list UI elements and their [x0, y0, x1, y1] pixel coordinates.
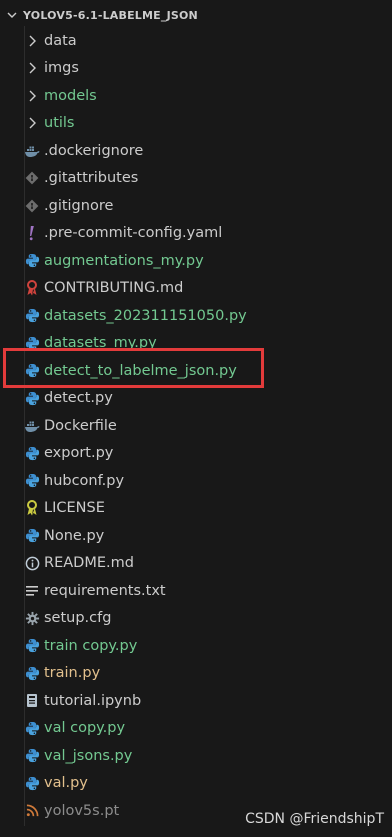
file-item-gitattributes[interactable]: .gitattributes: [0, 165, 392, 193]
file-label: val_jsons.py: [44, 747, 133, 764]
file-label: README.md: [44, 555, 134, 572]
file-label: .gitignore: [44, 197, 114, 214]
file-item-val-py[interactable]: val.py: [0, 770, 392, 798]
file-item-license[interactable]: LICENSE: [0, 495, 392, 523]
exclamation-icon: [24, 225, 40, 241]
info-icon: [24, 555, 40, 571]
file-label: .gitattributes: [44, 170, 139, 187]
rss-icon: [24, 803, 40, 819]
chevron-right-icon: [24, 33, 40, 49]
file-item-tutorial-ipynb[interactable]: tutorial.ipynb: [0, 687, 392, 715]
file-label: tutorial.ipynb: [44, 692, 142, 709]
file-label: .dockerignore: [44, 142, 144, 159]
file-tree: data imgs models utils .dockerignore .gitattr…: [0, 26, 392, 825]
file-label: CONTRIBUTING.md: [44, 280, 184, 297]
file-label: export.py: [44, 445, 114, 462]
file-item-readme-md[interactable]: README.md: [0, 550, 392, 578]
python-icon: [24, 638, 40, 654]
file-label: hubconf.py: [44, 472, 125, 489]
file-label: Dockerfile: [44, 417, 117, 434]
python-icon: [24, 528, 40, 544]
file-item-datasets-202311151050-py[interactable]: datasets_202311151050.py: [0, 302, 392, 330]
file-item-train-py[interactable]: train.py: [0, 660, 392, 688]
git-icon: [24, 170, 40, 186]
file-item-dockerfile[interactable]: Dockerfile: [0, 412, 392, 440]
folder-item-imgs[interactable]: imgs: [0, 55, 392, 83]
file-label: train.py: [44, 665, 101, 682]
chevron-right-icon: [24, 115, 40, 131]
folder-item-data[interactable]: data: [0, 27, 392, 55]
file-label: augmentations_my.py: [44, 252, 204, 269]
file-item-hubconf-py[interactable]: hubconf.py: [0, 467, 392, 495]
file-item-none-py[interactable]: None.py: [0, 522, 392, 550]
chevron-right-icon: [24, 60, 40, 76]
file-item-pre-commit-config-yaml[interactable]: .pre-commit-config.yaml: [0, 220, 392, 248]
docker-icon: [24, 418, 40, 434]
python-icon: [24, 308, 40, 324]
python-icon: [24, 445, 40, 461]
file-item-val-copy-py[interactable]: val copy.py: [0, 715, 392, 743]
folder-item-utils[interactable]: utils: [0, 110, 392, 138]
python-icon: [24, 748, 40, 764]
file-item-dockerignore[interactable]: .dockerignore: [0, 137, 392, 165]
notebook-icon: [24, 693, 40, 709]
highlight-annotation-box: [3, 348, 264, 388]
file-label: val.py: [44, 775, 88, 792]
chevron-right-icon: [24, 88, 40, 104]
file-label: None.py: [44, 527, 105, 544]
file-label: data: [44, 32, 77, 49]
file-item-detect-py[interactable]: detect.py: [0, 385, 392, 413]
ribbon-icon: [24, 280, 40, 296]
file-item-val-jsons-py[interactable]: val_jsons.py: [0, 742, 392, 770]
file-label: imgs: [44, 60, 79, 77]
file-item-export-py[interactable]: export.py: [0, 440, 392, 468]
file-label: requirements.txt: [44, 582, 166, 599]
python-icon: [24, 473, 40, 489]
file-item-train-copy-py[interactable]: train copy.py: [0, 632, 392, 660]
license-icon: [24, 500, 40, 516]
gear-icon: [24, 610, 40, 626]
file-item-gitignore[interactable]: .gitignore: [0, 192, 392, 220]
file-label: val copy.py: [44, 720, 126, 737]
file-item-setup-cfg[interactable]: setup.cfg: [0, 605, 392, 633]
file-label: models: [44, 87, 97, 104]
python-icon: [24, 665, 40, 681]
explorer-panel: YOLOV5-6.1-LABELME_JSON data imgs models ut…: [0, 0, 392, 837]
python-icon: [24, 720, 40, 736]
file-label: .pre-commit-config.yaml: [44, 225, 223, 242]
git-icon: [24, 198, 40, 214]
chevron-down-icon: [4, 7, 20, 23]
file-item-augmentations-my-py[interactable]: augmentations_my.py: [0, 247, 392, 275]
file-label: yolov5s.pt: [44, 802, 120, 819]
file-label: detect.py: [44, 390, 113, 407]
explorer-title: YOLOV5-6.1-LABELME_JSON: [23, 8, 198, 22]
file-label: datasets_202311151050.py: [44, 307, 247, 324]
file-label: setup.cfg: [44, 610, 112, 627]
lines-icon: [24, 583, 40, 599]
file-label: train copy.py: [44, 637, 138, 654]
file-item-requirements-txt[interactable]: requirements.txt: [0, 577, 392, 605]
python-icon: [24, 253, 40, 269]
file-item-contributing-md[interactable]: CONTRIBUTING.md: [0, 275, 392, 303]
file-label: LICENSE: [44, 500, 105, 517]
python-icon: [24, 390, 40, 406]
docker-icon: [24, 143, 40, 159]
folder-item-models[interactable]: models: [0, 82, 392, 110]
python-icon: [24, 775, 40, 791]
file-label: utils: [44, 115, 75, 132]
watermark: CSDN @FriendshipT: [245, 811, 384, 827]
